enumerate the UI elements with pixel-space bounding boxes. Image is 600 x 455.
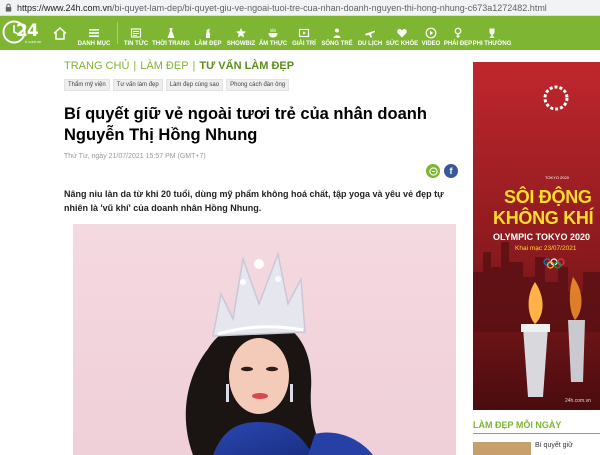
breadcrumb-current[interactable]: TƯ VẤN LÀM ĐẸP (199, 60, 294, 72)
nav-items: TIN TỨC THỜI TRANG LÀM ĐẸP SHOWBIZ ẨM THỰC GI… (121, 16, 511, 50)
nav-item-label: PHÁI ĐẸP (443, 41, 473, 47)
nav-item-label: SỨC KHỎE (385, 41, 419, 47)
plane-icon (364, 27, 376, 39)
lipstick-icon (202, 27, 214, 39)
url-text: https://www.24h.com.vn/bi-quyet-lam-dep/… (17, 2, 547, 13)
nav-item-phái-đẹp[interactable]: PHÁI ĐẸP (443, 16, 473, 50)
logo-subtext: h.com.vn (25, 39, 42, 44)
nav-item-label: SỐNG TRẺ (321, 41, 353, 47)
ad-brand: TOKYO 2020 (545, 175, 569, 180)
share-buttons: f (426, 164, 458, 178)
female-icon (452, 27, 464, 39)
article-title: Bí quyết giữ vẻ ngoài tươi trẻ của nhân … (64, 105, 427, 144)
bowl-icon (267, 27, 279, 39)
nav-item-showbiz[interactable]: SHOWBIZ (225, 16, 257, 50)
tag-list: Thẩm mỹ viện Tư vấn làm đẹp Làm đẹp cùng… (64, 79, 290, 91)
logo-text: 24 (16, 21, 39, 41)
trophy-icon (486, 27, 498, 39)
newspaper-icon (130, 27, 142, 39)
nav-item-label: TIN TỨC (123, 41, 149, 47)
breadcrumb: TRANG CHỦ | LÀM ĐẸP | TƯ VẤN LÀM ĐẸP (64, 60, 294, 72)
breadcrumb-home[interactable]: TRANG CHỦ (64, 60, 129, 72)
article-lead: Nâng niu làn da từ khi 20 tuổi, dùng mỹ … (64, 189, 444, 213)
sidebar-article-item[interactable]: Bí quyết giữ (473, 440, 600, 455)
nav-item-label: LÀM ĐẸP (194, 41, 222, 47)
breadcrumb-section[interactable]: LÀM ĐẸP (140, 60, 188, 72)
tag-item[interactable]: Thẩm mỹ viện (64, 79, 110, 91)
ad-headline-2: KHÔNG KHÍ (493, 208, 594, 228)
sidebar-heading[interactable]: LÀM ĐẸP MỖI NGÀY (473, 420, 600, 434)
article-photo (73, 224, 456, 455)
menu-button[interactable]: DANH MỤC (74, 16, 114, 50)
dress-icon (165, 27, 177, 39)
article-date: Thứ Tư, ngày 21/07/2021 15:57 PM (GMT+7) (64, 153, 206, 160)
menu-label: DANH MỤC (77, 41, 111, 47)
ad-site: 24h.com.vn (565, 398, 591, 404)
breadcrumb-separator: | (192, 60, 196, 72)
star-icon (235, 27, 247, 39)
nav-item-giải-trí[interactable]: GIẢI TRÍ (289, 16, 319, 50)
nav-item-label: PHI THƯỜNG (472, 41, 512, 47)
nav-item-label: VIDEO (421, 41, 441, 47)
nav-divider (117, 22, 118, 44)
sidebar-article-title: Bí quyết giữ (535, 442, 573, 449)
nav-item-sống-trẻ[interactable]: SỐNG TRẺ (319, 16, 355, 50)
nav-item-label: THỜI TRANG (152, 41, 190, 47)
nav-item-label: GIẢI TRÍ (292, 41, 316, 47)
address-bar[interactable]: https://www.24h.com.vn/bi-quyet-lam-dep/… (0, 0, 600, 16)
ad-date: Khai mạc 23/07/2021 (515, 245, 577, 252)
facebook-share-button[interactable]: f (444, 164, 458, 178)
tag-item[interactable]: Phong cách đàn ông (226, 79, 290, 91)
sidebar-thumbnail (473, 442, 531, 455)
play-icon (425, 27, 437, 39)
facebook-icon: f (449, 166, 453, 176)
nav-item-làm-đẹp[interactable]: LÀM ĐẸP (191, 16, 225, 50)
nav-item-phi-thường[interactable]: PHI THƯỜNG (473, 16, 511, 50)
lock-icon (5, 3, 12, 12)
olympic-ad-banner[interactable]: TOKYO 2020 SÔI ĐỘNG KHÔNG KHÍ OLYMPIC TO… (473, 62, 600, 410)
heart-icon (396, 27, 408, 39)
tag-item[interactable]: Làm đẹp cùng sao (165, 79, 224, 91)
nav-item-label: SHOWBIZ (226, 41, 256, 47)
tag-item[interactable]: Tư vấn làm đẹp (112, 79, 163, 91)
hamburger-icon (89, 29, 99, 37)
nav-item-du-lịch[interactable]: DU LỊCH (355, 16, 385, 50)
ad-headline-1: SÔI ĐỘNG (504, 187, 592, 207)
person-icon (331, 27, 343, 39)
home-icon (53, 26, 67, 40)
site-logo[interactable]: 24 h.com.vn (0, 16, 46, 50)
share-icon (428, 166, 438, 176)
nav-item-label: ẨM THỰC (258, 41, 288, 47)
main-nav: 24 h.com.vn DANH MỤC TIN TỨC THỜI TRANG LÀ… (0, 16, 600, 50)
ad-subheadline: OLYMPIC TOKYO 2020 (493, 232, 591, 242)
nav-item-thời-trang[interactable]: THỜI TRANG (151, 16, 191, 50)
film-icon (298, 27, 310, 39)
home-button[interactable] (46, 16, 74, 50)
nav-item-ẩm-thực[interactable]: ẨM THỰC (257, 16, 289, 50)
nav-item-label: DU LỊCH (357, 41, 383, 47)
sidebar-divider (473, 433, 600, 434)
nav-item-video[interactable]: VIDEO (419, 16, 443, 50)
breadcrumb-separator: | (133, 60, 137, 72)
nav-item-sức-khỏe[interactable]: SỨC KHỎE (385, 16, 419, 50)
zalo-share-button[interactable] (426, 164, 440, 178)
nav-item-tin-tức[interactable]: TIN TỨC (121, 16, 151, 50)
